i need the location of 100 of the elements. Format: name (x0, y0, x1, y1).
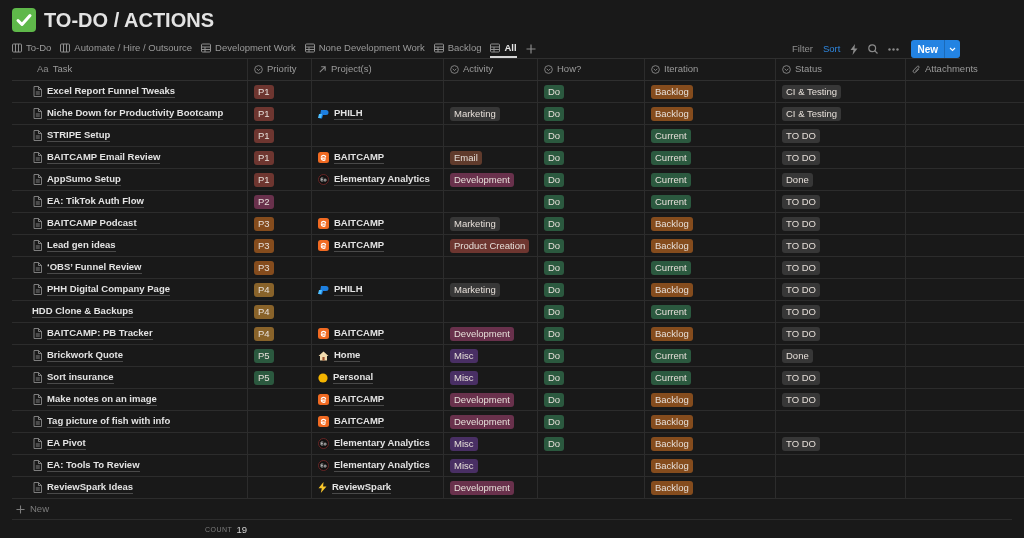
project-link[interactable]: BAITCAMP (334, 151, 385, 164)
project-link[interactable]: Elementary Analytics (334, 437, 430, 450)
task-link[interactable]: BAITCAMP Email Review (47, 151, 161, 164)
view-tab[interactable]: Backlog (433, 40, 482, 58)
activity-tag: Development (450, 480, 514, 495)
document-icon (33, 174, 42, 185)
view-tab[interactable]: To-Do (12, 40, 52, 58)
status-tag: TO DO (782, 392, 820, 407)
task-link[interactable]: STRIPE Setup (47, 129, 111, 142)
iteration-tag: Current (651, 150, 691, 165)
search-icon[interactable] (868, 44, 879, 54)
project-link[interactable]: BAITCAMP (334, 327, 385, 340)
view-tab[interactable]: Automate / Hire / Outsource (60, 40, 193, 58)
logo-icon (318, 284, 329, 295)
task-link[interactable]: PHH Digital Company Page (47, 283, 170, 296)
project-link[interactable]: BAITCAMP (334, 393, 385, 406)
status-tag: Done (782, 348, 813, 363)
how-tag: Do (544, 282, 565, 297)
page-title: TO-DO / ACTIONS (44, 10, 214, 30)
paperclip-icon (912, 64, 921, 75)
column-header[interactable]: Priority (267, 62, 297, 77)
project-link[interactable]: ReviewSpark (332, 481, 392, 494)
column-header[interactable]: Attachments (925, 62, 978, 77)
select-property-icon (450, 65, 459, 74)
task-link[interactable]: Brickwork Quote (47, 349, 124, 362)
badge-icon (318, 372, 328, 383)
select-property-icon (254, 65, 263, 74)
task-link[interactable]: Excel Report Funnel Tweaks (47, 85, 176, 98)
priority-tag: P5 (254, 370, 274, 385)
activity-tag: Misc (450, 370, 478, 385)
priority-tag: P4 (254, 326, 274, 341)
status-tag: TO DO (782, 150, 820, 165)
status-tag: TO DO (782, 194, 820, 209)
project-link[interactable]: BAITCAMP (334, 217, 385, 230)
task-link[interactable]: ReviewSpark Ideas (47, 481, 134, 494)
task-link[interactable]: Tag picture of fish with info (47, 415, 171, 428)
activity-tag: Marketing (450, 216, 500, 231)
task-link[interactable]: Niche Down for Productivity Bootcamp (47, 107, 224, 120)
task-link[interactable]: AppSumo Setup (47, 173, 121, 186)
add-icon (16, 504, 25, 514)
column-header[interactable]: Iteration (664, 62, 699, 77)
view-tab[interactable]: All (490, 40, 517, 58)
table-view-icon (490, 43, 501, 53)
task-link[interactable]: HDD Clone & Backups (32, 305, 134, 318)
task-link[interactable]: EA Pivot (47, 437, 86, 450)
task-link[interactable]: Lead gen ideas (47, 239, 116, 252)
column-header[interactable]: Task (52, 62, 73, 77)
how-tag: Do (544, 348, 565, 363)
how-tag: Do (544, 216, 565, 231)
activity-tag: Development (450, 326, 514, 341)
status-tag: TO DO (782, 128, 820, 143)
activity-tag: Development (450, 414, 514, 429)
status-tag: TO DO (782, 282, 820, 297)
project-link[interactable]: Personal (333, 371, 374, 384)
logo-icon (318, 416, 329, 427)
view-tab[interactable]: Development Work (201, 40, 296, 58)
board-view-icon (60, 43, 71, 53)
project-link[interactable]: PHILH (334, 283, 363, 296)
project-link[interactable]: Home (334, 349, 361, 362)
task-link[interactable]: BAITCAMP: PB Tracker (47, 327, 153, 340)
task-link[interactable]: Sort insurance (47, 371, 114, 384)
priority-tag: P1 (254, 150, 274, 165)
logo-icon (318, 174, 329, 185)
column-header[interactable]: Project(s) (331, 62, 372, 77)
how-tag: Do (544, 370, 565, 385)
table-view-icon (433, 43, 444, 53)
project-link[interactable]: Elementary Analytics (334, 173, 430, 186)
column-header[interactable]: Activity (463, 62, 494, 77)
iteration-tag: Backlog (651, 480, 693, 495)
filter-button[interactable]: Filter (791, 41, 813, 57)
document-icon (33, 130, 42, 141)
project-link[interactable]: PHILH (334, 107, 363, 120)
how-tag: Do (544, 194, 565, 209)
iteration-tag: Current (651, 260, 691, 275)
how-tag: Do (544, 304, 565, 319)
column-header[interactable]: How? (557, 62, 582, 77)
document-icon (33, 108, 42, 119)
task-link[interactable]: ‘OBS’ Funnel Review (47, 261, 142, 274)
activity-tag: Email (450, 150, 482, 165)
project-link[interactable]: Elementary Analytics (334, 459, 430, 472)
task-link[interactable]: EA: TikTok Auth Flow (47, 195, 144, 208)
task-link[interactable]: BAITCAMP Podcast (47, 217, 137, 230)
logo-icon (318, 152, 329, 163)
new-row-button[interactable]: New (12, 499, 1012, 520)
column-header[interactable]: Status (795, 62, 822, 77)
project-link[interactable]: BAITCAMP (334, 415, 385, 428)
how-tag: Do (544, 436, 565, 451)
table-view-icon (304, 43, 315, 53)
priority-tag: P3 (254, 238, 274, 253)
task-link[interactable]: EA: Tools To Review (47, 459, 140, 472)
more-icon[interactable] (888, 47, 900, 51)
sort-button[interactable]: Sort (823, 41, 841, 57)
view-tab[interactable]: None Development Work (304, 40, 425, 58)
project-link[interactable]: BAITCAMP (334, 239, 385, 252)
how-tag: Do (544, 260, 565, 275)
add-icon[interactable] (525, 44, 536, 54)
task-link[interactable]: Make notes on an image (47, 393, 157, 406)
lightning-icon[interactable] (850, 43, 859, 55)
status-tag: CI & Testing (782, 84, 842, 99)
priority-tag: P3 (254, 260, 274, 275)
